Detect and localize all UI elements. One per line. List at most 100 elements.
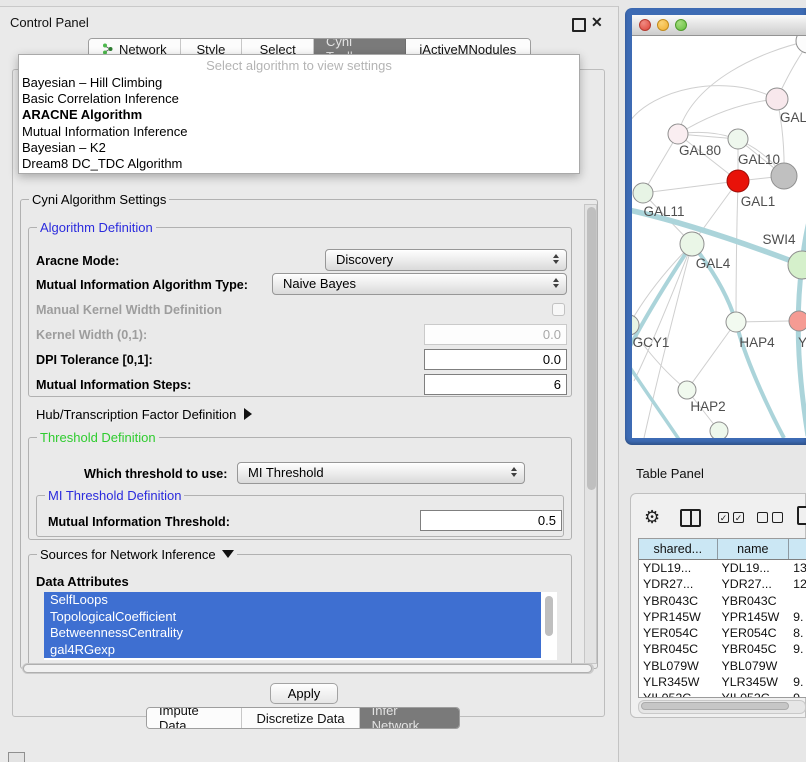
- application-root: Control Panel ✕ Network Style Select Cyn…: [0, 0, 806, 762]
- column-header-partial[interactable]: [789, 539, 806, 559]
- mi-algorithm-type-label: Mutual Information Algorithm Type:: [36, 278, 248, 292]
- network-node[interactable]: [710, 422, 728, 438]
- network-node[interactable]: [680, 232, 704, 256]
- table-row[interactable]: YBR045CYBR045C9.: [639, 641, 806, 657]
- table-cell: YBR043C: [639, 593, 718, 609]
- collapse-arrow-icon[interactable]: [222, 550, 234, 558]
- close-traffic-light-icon[interactable]: [639, 19, 651, 31]
- table-row[interactable]: YPR145WYPR145W9.: [639, 609, 806, 625]
- network-node[interactable]: [668, 124, 688, 144]
- settings-hscrollbar-thumb[interactable]: [23, 664, 592, 673]
- hub-definition-toggle[interactable]: Hub/Transcription Factor Definition: [36, 407, 252, 422]
- network-node[interactable]: [727, 170, 749, 192]
- list-item[interactable]: gal4RGexp: [44, 642, 541, 659]
- close-icon[interactable]: ✕: [591, 14, 603, 31]
- algorithm-option[interactable]: Bayesian – Hill Climbing: [22, 75, 576, 91]
- network-canvas[interactable]: GALGAL80GAL10GAL1GAL11GAL4SWI4HAP4YGCY1H…: [632, 36, 806, 438]
- network-node[interactable]: [678, 381, 696, 399]
- dpi-tolerance-label: DPI Tolerance [0,1]:: [36, 353, 153, 367]
- table-cell: YER054C: [639, 625, 718, 641]
- network-node[interactable]: [771, 163, 797, 189]
- minimize-traffic-light-icon[interactable]: [657, 19, 669, 31]
- network-node[interactable]: [796, 36, 806, 53]
- algorithm-option[interactable]: Dream8 DC_TDC Algorithm: [22, 156, 576, 172]
- table-row[interactable]: YIL052CYIL052C9.: [639, 690, 806, 698]
- gear-icon[interactable]: ⚙: [644, 507, 660, 528]
- table-row[interactable]: YDR27...YDR27...12: [639, 576, 806, 592]
- table-cell: YPR145W: [639, 609, 718, 625]
- table-cell: 12: [789, 576, 806, 592]
- apply-button[interactable]: Apply: [270, 683, 338, 704]
- table-row[interactable]: YBR043CYBR043C: [639, 593, 806, 609]
- table-row[interactable]: YER054CYER054C8.: [639, 625, 806, 641]
- control-panel-title: Control Panel: [10, 15, 89, 30]
- table-hscrollbar-thumb[interactable]: [641, 702, 789, 710]
- dpi-tolerance-input[interactable]: [424, 349, 567, 370]
- unchecked-checkbox-icon[interactable]: [772, 512, 783, 523]
- network-graph[interactable]: GALGAL80GAL10GAL1GAL11GAL4SWI4HAP4YGCY1H…: [632, 36, 806, 438]
- list-item[interactable]: SelfLoops: [44, 592, 541, 609]
- algorithm-option[interactable]: ARACNE Algorithm: [22, 107, 576, 123]
- column-header-shared[interactable]: shared...: [639, 539, 718, 559]
- checked-checkbox-icon[interactable]: ✓: [718, 512, 729, 523]
- list-item[interactable]: BetweennessCentrality: [44, 625, 541, 642]
- network-node[interactable]: [633, 183, 653, 203]
- checked-checkbox-icon[interactable]: ✓: [733, 512, 744, 523]
- kernel-width-input[interactable]: [424, 324, 567, 345]
- manual-kernel-width-checkbox[interactable]: [552, 303, 565, 316]
- mi-steps-input[interactable]: [424, 374, 567, 395]
- table-row[interactable]: YLR345WYLR345W9.: [639, 674, 806, 690]
- settings-horizontal-scrollbar[interactable]: [22, 663, 594, 674]
- network-node[interactable]: [728, 129, 748, 149]
- column-header-name[interactable]: name: [718, 539, 790, 559]
- aracne-mode-select[interactable]: Discovery: [325, 249, 567, 271]
- algorithm-option-list: Bayesian – Hill Climbing Basic Correlati…: [22, 75, 576, 172]
- table-row[interactable]: YBL079WYBL079W: [639, 658, 806, 674]
- network-node-label: HAP2: [690, 399, 725, 414]
- unchecked-checkbox-icon[interactable]: [757, 512, 768, 523]
- network-node[interactable]: [726, 312, 746, 332]
- tab-infer-network[interactable]: Infer Network: [360, 708, 459, 728]
- data-attributes-label: Data Attributes: [36, 574, 129, 589]
- sources-title: Sources for Network Inference: [37, 547, 237, 562]
- network-node-label: GAL1: [741, 194, 776, 209]
- bottom-tabbar: Impute Data Discretize Data Infer Networ…: [146, 707, 460, 729]
- attributes-scrollbar-thumb[interactable]: [545, 596, 553, 636]
- zoom-traffic-light-icon[interactable]: [675, 19, 687, 31]
- table-row[interactable]: YDL19...YDL19...13: [639, 560, 806, 576]
- table-cell: YER054C: [718, 625, 790, 641]
- mi-algorithm-type-select[interactable]: Naive Bayes: [272, 273, 567, 295]
- settings-scrollbar-thumb[interactable]: [587, 207, 596, 490]
- float-window-icon[interactable]: [572, 18, 586, 32]
- network-node[interactable]: [788, 251, 806, 279]
- table-cell: 9.: [789, 674, 806, 690]
- algorithm-option[interactable]: Basic Correlation Inference: [22, 91, 576, 107]
- network-node-label: SWI4: [762, 232, 795, 247]
- algorithm-option[interactable]: Bayesian – K2: [22, 140, 576, 156]
- tab-impute-data[interactable]: Impute Data: [147, 708, 242, 728]
- network-node[interactable]: [789, 311, 806, 331]
- settings-vertical-scrollbar[interactable]: [584, 204, 597, 664]
- list-item[interactable]: TopologicalCoefficient: [44, 609, 541, 626]
- table-cell: YLR345W: [639, 674, 718, 690]
- algorithm-option[interactable]: Mutual Information Inference: [22, 124, 576, 140]
- table-cell: YIL052C: [639, 690, 718, 698]
- table-panel-title: Table Panel: [636, 466, 704, 481]
- threshold-definition-title: Threshold Definition: [37, 430, 159, 445]
- mi-threshold-input[interactable]: [420, 510, 562, 531]
- node-table: shared... name YDL19...YDL19...13YDR27..…: [638, 538, 806, 698]
- which-threshold-select[interactable]: MI Threshold: [237, 462, 525, 484]
- manual-kernel-width-label: Manual Kernel Width Definition: [36, 303, 222, 317]
- tab-discretize-data[interactable]: Discretize Data: [242, 708, 359, 728]
- network-node-label: GAL: [780, 110, 806, 125]
- expand-arrow-icon[interactable]: [244, 408, 252, 420]
- table-cell: [789, 593, 806, 609]
- table-horizontal-scrollbar[interactable]: [638, 700, 806, 714]
- network-node[interactable]: [766, 88, 788, 110]
- document-icon[interactable]: [797, 506, 806, 525]
- minimized-panel-icon[interactable]: [8, 752, 25, 762]
- table-cell: YDR27...: [639, 576, 718, 592]
- network-window-titlebar[interactable]: [632, 15, 806, 36]
- table-cell: YBR045C: [639, 641, 718, 657]
- split-columns-icon[interactable]: [680, 509, 701, 527]
